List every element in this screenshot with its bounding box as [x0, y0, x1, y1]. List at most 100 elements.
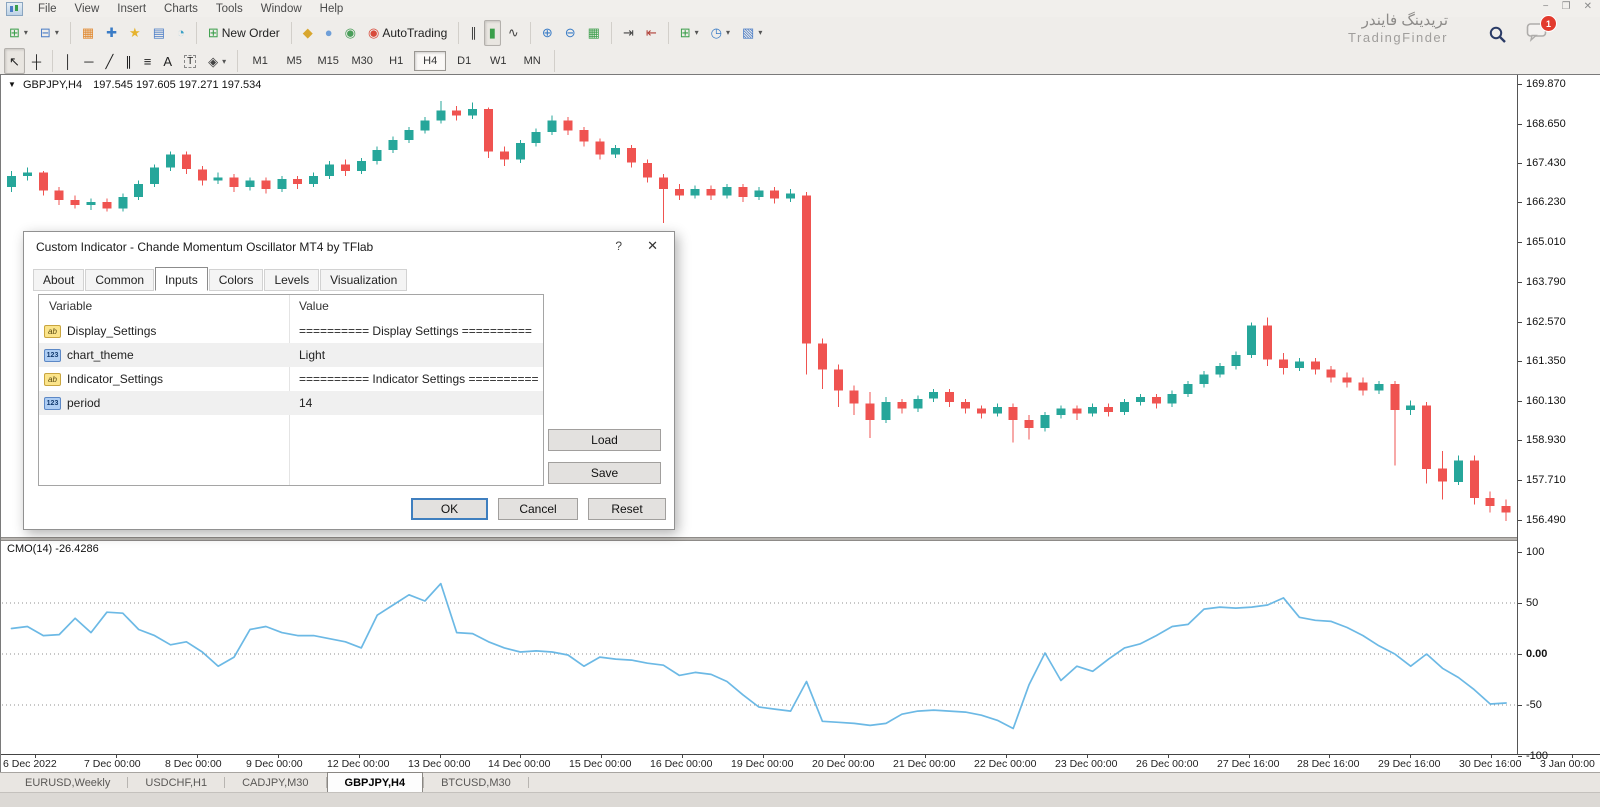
timeframe-h4[interactable]: H4 — [414, 51, 446, 71]
timeframe-d1[interactable]: D1 — [448, 51, 480, 71]
variable-value[interactable]: ========== Indicator Settings ========== — [299, 372, 539, 386]
table-row[interactable]: abIndicator_Settings========== Indicator… — [39, 367, 543, 391]
new-chart-button[interactable]: ⊞▾ — [4, 20, 33, 46]
periods-caret[interactable]: ▾ — [726, 28, 730, 37]
profiles-button[interactable]: ⊟▾ — [35, 20, 64, 46]
timeframe-mn[interactable]: MN — [516, 51, 548, 71]
reset-button[interactable]: Reset — [588, 498, 666, 520]
cursor-button[interactable]: ↖ — [4, 48, 25, 74]
window-restore-button[interactable]: ❐ — [1562, 1, 1571, 12]
equidistant-channel-button[interactable]: ∥ — [120, 48, 137, 74]
ok-button[interactable]: OK — [411, 498, 488, 520]
new-order-button[interactable]: ⊞New Order — [203, 20, 285, 46]
menu-charts[interactable]: Charts — [155, 2, 207, 16]
chat-button[interactable]: 1 — [1526, 22, 1548, 47]
toolbar-drawing: ↖┼ │─╱∥≡AT◈▾ M1M5M15M30H1H4D1W1MN — [0, 48, 1193, 74]
candle-body — [786, 194, 795, 199]
dialog-tab-common[interactable]: Common — [85, 269, 154, 291]
indicators-button[interactable]: ⊞▾ — [675, 20, 704, 46]
autotrading-button[interactable]: ◉AutoTrading — [363, 20, 452, 46]
price-axis-label: 157.710 — [1526, 474, 1566, 487]
chevron-down-icon[interactable]: ▼ — [8, 80, 16, 89]
chart-tab-eurusd-weekly[interactable]: EURUSD,Weekly — [8, 773, 127, 792]
text-label-button[interactable]: T — [179, 48, 201, 74]
templates-caret[interactable]: ▾ — [758, 28, 762, 37]
fibonacci-button[interactable]: ≡ — [139, 48, 157, 74]
menu-insert[interactable]: Insert — [108, 2, 155, 16]
periods-button[interactable]: ◷▾ — [706, 20, 735, 46]
load-button[interactable]: Load — [548, 429, 661, 451]
time-axis[interactable]: 6 Dec 20227 Dec 00:008 Dec 00:009 Dec 00… — [1, 754, 1600, 773]
metaeditor-button[interactable]: ◆ — [298, 20, 318, 46]
crosshair-button[interactable]: ┼ — [27, 48, 46, 74]
table-row[interactable]: 123period14 — [39, 391, 543, 415]
new-order-label: New Order — [222, 26, 280, 40]
window-close-button[interactable]: ✕ — [1584, 1, 1592, 12]
timeframe-m15[interactable]: M15 — [312, 51, 344, 71]
chart-tab-gbpjpy-h4[interactable]: GBPJPY,H4 — [327, 772, 424, 792]
window-minimize-button[interactable]: − — [1543, 1, 1549, 12]
timeframe-w1[interactable]: W1 — [482, 51, 514, 71]
dialog-tab-colors[interactable]: Colors — [209, 269, 264, 291]
dialog-tab-inputs[interactable]: Inputs — [155, 267, 208, 291]
cancel-button[interactable]: Cancel — [498, 498, 578, 520]
timeframe-m30[interactable]: M30 — [346, 51, 378, 71]
variable-value[interactable]: 14 — [299, 396, 312, 410]
table-row[interactable]: 123chart_themeLight — [39, 343, 543, 367]
menu-tools[interactable]: Tools — [207, 2, 252, 16]
dialog-tab-levels[interactable]: Levels — [264, 269, 319, 291]
candle-body — [564, 121, 573, 131]
menu-window[interactable]: Window — [252, 2, 311, 16]
trend-line-button[interactable]: ╱ — [100, 48, 118, 74]
arrows-button[interactable]: ◈▾ — [203, 48, 231, 74]
candle-body — [611, 148, 620, 155]
chart-shift-button[interactable]: ⇤ — [641, 20, 662, 46]
panel-splitter[interactable] — [1, 537, 1600, 541]
data-window-button[interactable]: ✚ — [101, 20, 122, 46]
time-axis-label: 20 Dec 00:00 — [812, 758, 874, 770]
price-axis[interactable]: 169.870168.650167.430166.230165.010163.7… — [1517, 75, 1600, 754]
dialog-help-button[interactable]: ? — [615, 239, 622, 253]
zoom-out-button[interactable]: ⊖ — [560, 20, 581, 46]
timeframe-m5[interactable]: M5 — [278, 51, 310, 71]
menu-file[interactable]: File — [29, 2, 66, 16]
navigator-button[interactable]: ★ — [124, 20, 146, 46]
tile-windows-button[interactable]: ▦ — [583, 20, 605, 46]
chart-tab-usdchf-h1[interactable]: USDCHF,H1 — [128, 773, 224, 792]
menu-view[interactable]: View — [66, 2, 109, 16]
chart-tab-btcusd-m30[interactable]: BTCUSD,M30 — [424, 773, 528, 792]
experts-button[interactable]: ● — [320, 20, 338, 46]
timeframe-h1[interactable]: H1 — [380, 51, 412, 71]
save-button[interactable]: Save — [548, 462, 661, 484]
chart-tab-cadjpy-m30[interactable]: CADJPY,M30 — [225, 773, 325, 792]
community-button[interactable]: ◉ — [340, 20, 361, 46]
text-button[interactable]: A — [158, 48, 177, 74]
templates-button[interactable]: ▧▾ — [737, 20, 767, 46]
strategy-tester-button[interactable]: ◔ — [172, 20, 190, 46]
menu-help[interactable]: Help — [311, 2, 353, 16]
market-watch-button[interactable]: ▦ — [77, 20, 99, 46]
line-chart-mode-button[interactable]: ∿ — [503, 20, 524, 46]
table-row[interactable]: abDisplay_Settings========== Display Set… — [39, 319, 543, 343]
vertical-line-button[interactable]: │ — [59, 48, 77, 74]
candlestick-mode-button[interactable]: ▮ — [484, 20, 501, 46]
indicators-caret[interactable]: ▾ — [695, 28, 699, 37]
bar-chart-mode-button[interactable]: ∥ — [465, 20, 482, 46]
dialog-tab-visualization[interactable]: Visualization — [320, 269, 407, 291]
zoom-in-button[interactable]: ⊕ — [537, 20, 558, 46]
search-icon[interactable] — [1488, 25, 1508, 45]
new-chart-caret[interactable]: ▾ — [24, 28, 28, 37]
variable-value[interactable]: ========== Display Settings ========== — [299, 324, 532, 338]
variable-value[interactable]: Light — [299, 348, 325, 362]
dialog-close-icon[interactable]: ✕ — [647, 238, 658, 254]
auto-scroll-button[interactable]: ⇥ — [618, 20, 639, 46]
dialog-tab-about[interactable]: About — [33, 269, 84, 291]
profiles-caret[interactable]: ▾ — [55, 28, 59, 37]
terminal-button[interactable]: ▤ — [148, 20, 170, 46]
horizontal-line-button[interactable]: ─ — [79, 48, 98, 74]
arrows-caret[interactable]: ▾ — [222, 57, 226, 66]
candle-body — [1041, 415, 1050, 428]
candle-body — [961, 402, 970, 409]
timeframe-m1[interactable]: M1 — [244, 51, 276, 71]
candle-body — [866, 404, 875, 420]
